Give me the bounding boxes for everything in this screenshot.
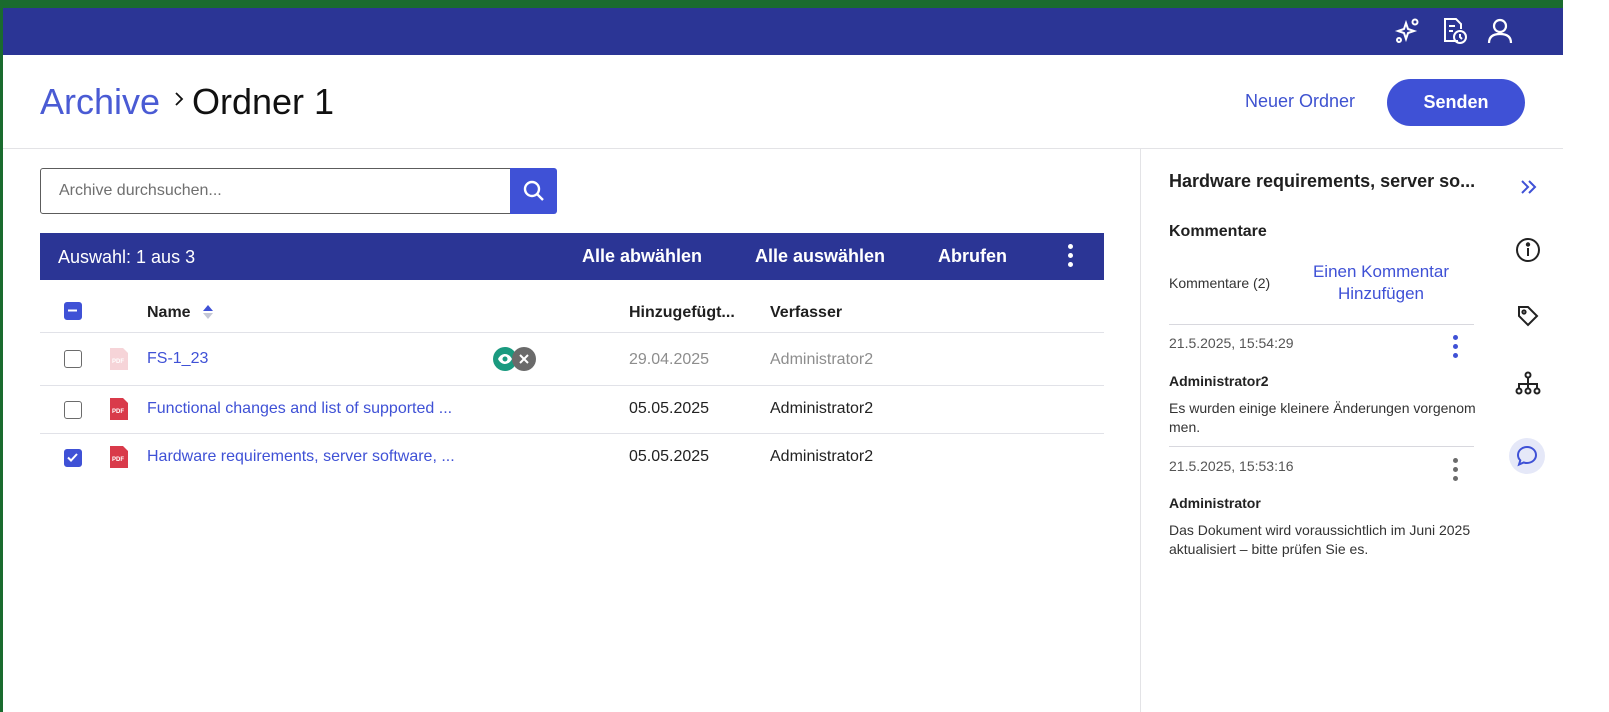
svg-text:PDF: PDF (112, 409, 124, 415)
search-input[interactable] (40, 168, 511, 214)
panel-title: Hardware requirements, server so... (1169, 171, 1476, 191)
deselect-all-button[interactable]: Alle abwählen (582, 246, 702, 267)
sparkle-icon[interactable] (1393, 16, 1423, 46)
details-panel: Hardware requirements, server so... Komm… (1140, 149, 1563, 712)
pdf-icon: PDF (110, 398, 128, 420)
page-header: Archive Ordner 1 Neuer Ordner Senden (3, 55, 1563, 149)
selection-bar: Auswahl: 1 aus 3 Alle abwählen Alle ausw… (40, 233, 1104, 280)
send-button[interactable]: Senden (1387, 79, 1525, 126)
column-header-name[interactable]: Name (147, 304, 191, 322)
author-name: Administrator2 (770, 448, 874, 465)
comment-menu-icon[interactable] (1452, 458, 1458, 486)
svg-text:PDF: PDF (112, 359, 124, 365)
comment-divider (1169, 446, 1474, 447)
pdf-icon: PDF (110, 446, 128, 468)
column-header-added[interactable]: Hinzugefügt... (629, 304, 735, 322)
file-name-link[interactable]: Functional changes and list of supported… (147, 400, 452, 418)
double-chevron-right-icon[interactable] (1514, 173, 1542, 201)
svg-text:PDF: PDF (112, 457, 124, 463)
row-checkbox[interactable] (64, 449, 82, 467)
page-title: Ordner 1 (192, 81, 335, 122)
row-divider (40, 385, 1104, 386)
pdf-icon: PDF (110, 348, 128, 370)
window-edge (1563, 0, 1609, 712)
sort-ascending-icon[interactable] (202, 304, 214, 320)
user-icon[interactable] (1485, 16, 1515, 46)
retrieve-button[interactable]: Abrufen (938, 246, 1007, 267)
new-folder-button[interactable]: Neuer Ordner (1245, 91, 1355, 112)
comment-menu-icon[interactable] (1452, 335, 1458, 363)
column-header-author[interactable]: Verfasser (770, 304, 842, 322)
select-all-checkbox[interactable] (64, 302, 82, 320)
comments-heading: Kommentare (1169, 223, 1267, 240)
row-checkbox[interactable] (64, 350, 82, 368)
more-options-icon[interactable] (1067, 244, 1073, 270)
row-divider (40, 433, 1104, 434)
comment-author: Administrator2 (1169, 373, 1269, 389)
close-icon[interactable] (512, 347, 536, 371)
comment-author: Administrator (1169, 495, 1261, 511)
added-date: 29.04.2025 (629, 351, 710, 368)
comments-count: Kommentare (2) (1169, 275, 1271, 291)
info-icon[interactable] (1514, 236, 1542, 264)
select-all-button[interactable]: Alle auswählen (755, 246, 885, 267)
document-clock-icon[interactable] (1439, 16, 1469, 46)
added-date: 05.05.2025 (629, 400, 710, 417)
top-bar (3, 8, 1563, 55)
chevron-right-icon (171, 91, 187, 107)
author-name: Administrator2 (770, 351, 874, 368)
tag-icon[interactable] (1514, 302, 1542, 330)
comment-icon[interactable] (1509, 438, 1545, 474)
author-name: Administrator2 (770, 400, 874, 417)
selection-count: Auswahl: 1 aus 3 (58, 247, 196, 267)
breadcrumb-archive[interactable]: Archive (40, 81, 160, 123)
row-checkbox[interactable] (64, 401, 82, 419)
row-divider (40, 332, 1104, 333)
comment-timestamp: 21.5.2025, 15:54:29 (1169, 335, 1294, 351)
comment-text: Es wurden einige kleinere Änderungen vor… (1169, 400, 1476, 435)
file-name-link[interactable]: FS-1_23 (147, 350, 208, 368)
file-name-link[interactable]: Hardware requirements, server software, … (147, 448, 455, 466)
search-button[interactable] (510, 168, 557, 214)
comment-text: Das Dokument wird voraussichtlich im Jun… (1169, 522, 1471, 557)
comment-divider (1169, 324, 1474, 325)
added-date: 05.05.2025 (629, 448, 710, 465)
search-icon (523, 180, 544, 201)
comment-timestamp: 21.5.2025, 15:53:16 (1169, 458, 1294, 474)
app-window: Archive Ordner 1 Neuer Ordner Senden Aus… (3, 8, 1563, 712)
hierarchy-icon[interactable] (1514, 369, 1542, 397)
add-comment-button[interactable]: Einen Kommentar Hinzufügen (1291, 261, 1471, 305)
